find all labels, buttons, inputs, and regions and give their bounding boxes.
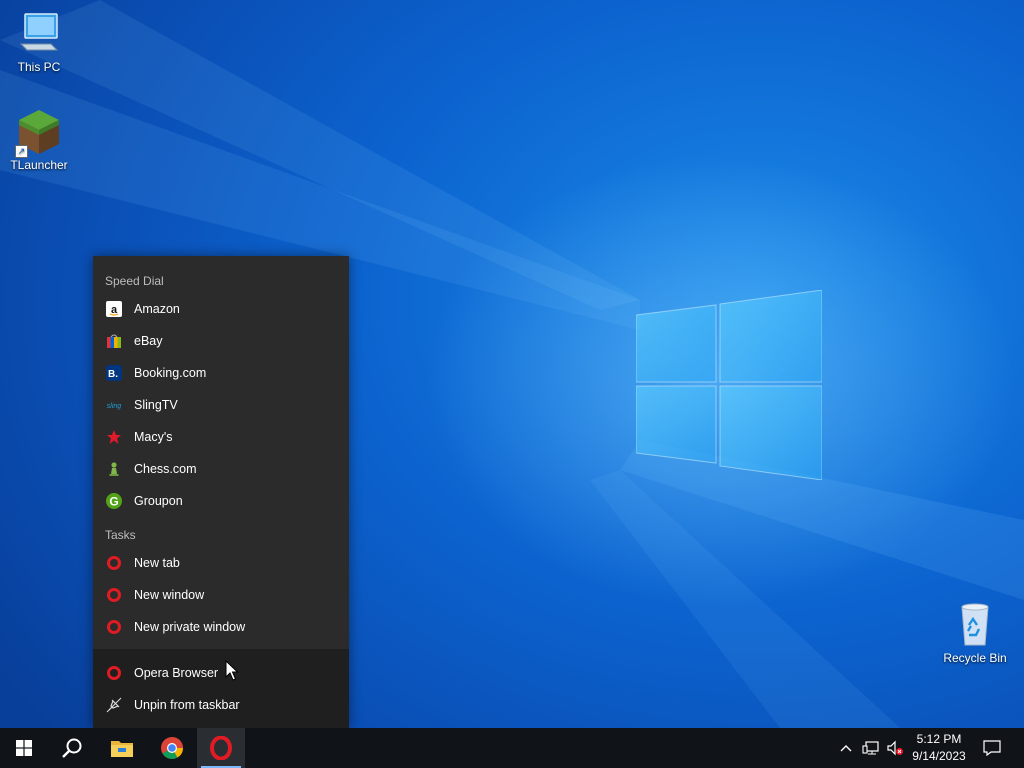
- groupon-icon: G: [106, 493, 122, 509]
- jumplist-task-new-private-window[interactable]: New private window: [93, 611, 349, 643]
- jumplist-item-ebay[interactable]: eBay: [93, 325, 349, 357]
- jumplist-item-slingtv[interactable]: sling SlingTV: [93, 389, 349, 421]
- slingtv-icon: sling: [106, 397, 122, 413]
- booking-icon: B.: [106, 365, 122, 381]
- desktop-icon-label: Recycle Bin: [943, 651, 1007, 665]
- jumplist-item-chess[interactable]: Chess.com: [93, 453, 349, 485]
- shortcut-arrow-icon: ↗: [15, 145, 28, 158]
- jumplist-item-label: Opera Browser: [134, 666, 219, 680]
- svg-text:sling: sling: [107, 403, 122, 410]
- taskbar-opera[interactable]: [197, 728, 245, 768]
- jumplist-item-label: eBay: [134, 334, 163, 348]
- monitor-icon: [15, 10, 63, 58]
- opera-icon: [106, 619, 122, 635]
- chrome-icon: [161, 737, 183, 759]
- show-hidden-icons-button[interactable]: [839, 740, 853, 756]
- recycle-bin-icon: [951, 601, 999, 649]
- jumplist-item-amazon[interactable]: a Amazon: [93, 293, 349, 325]
- network-icon: [862, 741, 879, 755]
- jumplist-item-label: Chess.com: [134, 462, 197, 476]
- action-center-button[interactable]: [983, 740, 1001, 756]
- jumplist-item-label: Groupon: [134, 494, 183, 508]
- jumplist-open-opera-browser[interactable]: Opera Browser: [93, 657, 349, 689]
- unpin-icon: [106, 697, 122, 713]
- volume-muted-icon: [887, 740, 904, 756]
- clock-time: 5:12 PM: [916, 732, 962, 746]
- jumplist-item-label: SlingTV: [134, 398, 178, 412]
- jumplist-item-label: Unpin from taskbar: [134, 698, 240, 712]
- search-button[interactable]: [48, 728, 96, 768]
- notification-icon: [983, 740, 1001, 756]
- opera-icon: [106, 587, 122, 603]
- tasks-header: Tasks: [105, 528, 136, 542]
- start-button[interactable]: [0, 728, 48, 768]
- jumplist-item-label: Macy's: [134, 430, 173, 444]
- jumplist-item-label: Amazon: [134, 302, 180, 316]
- mouse-cursor: [225, 660, 239, 681]
- jumplist-item-groupon[interactable]: G Groupon: [93, 485, 349, 517]
- jumplist-item-label: New tab: [134, 556, 180, 570]
- file-explorer-icon: [111, 741, 133, 757]
- taskbar-file-explorer[interactable]: [98, 728, 146, 768]
- desktop-icon-tlauncher[interactable]: ↗ TLauncher: [1, 108, 77, 172]
- opera-icon: [210, 736, 232, 760]
- desktop-icon-this-pc[interactable]: This PC: [1, 10, 77, 74]
- amazon-icon: a: [106, 301, 122, 317]
- clock-date: 9/14/2023: [912, 749, 966, 763]
- clock[interactable]: 5:12 PM 9/14/2023: [904, 731, 974, 765]
- chess-pawn-icon: [106, 461, 122, 477]
- speed-dial-header: Speed Dial: [105, 274, 164, 288]
- desktop-icon-label: This PC: [17, 60, 61, 74]
- jumplist-task-new-window[interactable]: New window: [93, 579, 349, 611]
- ebay-icon: [106, 333, 122, 349]
- jumplist-item-macys[interactable]: Macy's: [93, 421, 349, 453]
- volume-button[interactable]: [886, 740, 904, 756]
- jumplist-item-label: Booking.com: [134, 366, 207, 380]
- start-icon: [16, 740, 32, 756]
- jumplist-unpin-from-taskbar[interactable]: Unpin from taskbar: [93, 689, 349, 721]
- taskbar: 5:12 PM 9/14/2023: [0, 728, 1024, 768]
- opera-icon: [106, 665, 122, 681]
- svg-text:G: G: [109, 495, 118, 509]
- desktop-background: This PC ↗ TLauncher Recycle Bin Speed Di…: [0, 0, 1024, 728]
- desktop-icon-recycle-bin[interactable]: Recycle Bin: [937, 601, 1013, 665]
- opera-icon: [106, 555, 122, 571]
- jumplist-item-label: New window: [134, 588, 205, 602]
- chevron-up-icon: [840, 745, 852, 752]
- opera-jump-list: Speed Dial a Amazon eBay B. Booking.com …: [93, 256, 349, 728]
- tlauncher-icon: ↗: [15, 108, 63, 158]
- desktop-icon-label: TLauncher: [10, 158, 68, 172]
- jumplist-app-section: Opera Browser Unpin from taskbar: [93, 649, 349, 728]
- jumplist-task-new-tab[interactable]: New tab: [93, 547, 349, 579]
- search-icon: [62, 738, 82, 758]
- network-button[interactable]: [862, 740, 880, 756]
- windows-logo: [636, 290, 822, 480]
- jumplist-item-label: New private window: [134, 620, 246, 634]
- svg-text:B.: B.: [108, 369, 118, 380]
- macys-star-icon: [106, 429, 122, 445]
- jumplist-item-booking[interactable]: B. Booking.com: [93, 357, 349, 389]
- taskbar-chrome[interactable]: [148, 728, 196, 768]
